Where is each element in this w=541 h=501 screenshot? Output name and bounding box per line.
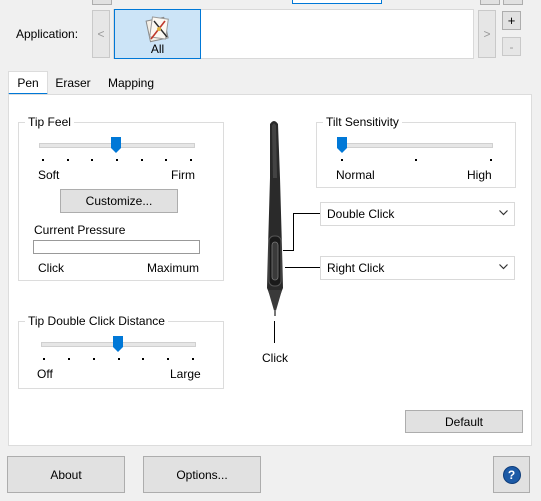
application-label: Application: [16,27,79,41]
customize-button-label: Customize... [85,194,153,208]
tick [167,358,169,360]
lower-button-dropdown[interactable]: Right Click [320,256,515,280]
tick [415,159,417,161]
remove-application-button[interactable]: - [502,37,521,56]
tab-pen-label: Pen [17,76,39,90]
customize-button[interactable]: Customize... [60,189,178,213]
tip-feel-title: Tip Feel [25,115,74,129]
about-button-label: About [50,467,82,482]
current-pressure-label: Current Pressure [34,223,126,237]
tilt-min-label: Normal [336,168,375,182]
tick [67,159,69,161]
default-button-label: Default [444,414,484,429]
tick [190,159,192,161]
pressure-min-label: Click [38,261,64,275]
tip-connector [274,321,275,343]
all-applications-icon [145,16,169,43]
tab-mapping[interactable]: Mapping [100,73,162,93]
plus-icon: + [507,13,516,28]
tilt-sensitivity-title: Tilt Sensitivity [323,115,402,129]
chevron-down-icon [499,208,508,219]
scroll-left-button[interactable]: < [92,10,110,58]
top-selection-strip [292,0,382,4]
scroll-left-icon: < [97,27,105,41]
tab-pen[interactable]: Pen [8,71,48,95]
tick [43,358,45,360]
tick [116,159,118,161]
app-tile-all[interactable]: All [114,9,201,59]
tab-mapping-label: Mapping [107,76,155,90]
top-right-strip-2 [503,0,523,5]
app-tile-label: All [150,42,165,56]
tick [141,159,143,161]
pen-illustration [267,121,283,316]
top-right-strip [480,0,500,5]
double-click-min-label: Off [37,367,53,381]
tip-double-click-title: Tip Double Click Distance [25,314,168,328]
tilt-slider-thumb[interactable] [337,137,347,153]
scroll-right-icon: > [483,27,491,41]
upper-button-connector-h [283,250,293,251]
tick [341,159,343,161]
tip-feel-slider-thumb[interactable] [111,137,121,153]
add-application-button[interactable]: + [502,11,521,30]
tick [165,159,167,161]
help-icon: ? [502,465,521,484]
pressure-max-label: Maximum [147,261,200,275]
minus-icon: - [509,39,514,54]
top-scroll-strip [92,0,112,5]
upper-button-connector-top [293,213,321,214]
tick [68,358,70,360]
double-click-max-label: Large [170,367,201,381]
tick [192,358,194,360]
tab-eraser-label: Eraser [55,76,91,90]
default-button[interactable]: Default [405,410,523,433]
upper-button-dropdown[interactable]: Double Click [320,202,515,226]
upper-button-connector-v [293,213,294,251]
tick [42,159,44,161]
lower-button-value: Right Click [327,261,385,275]
tick [490,159,492,161]
options-button-label: Options... [176,467,228,482]
tick [142,358,144,360]
scroll-right-button[interactable]: > [478,10,496,58]
help-button[interactable]: ? [493,456,530,493]
tick [118,358,120,360]
tip-feel-max-label: Firm [171,168,195,182]
pen-tip-label: Click [262,351,288,365]
tick [93,358,95,360]
current-pressure-bar [33,240,200,254]
upper-button-value: Double Click [327,207,395,221]
tick [91,159,93,161]
tip-feel-min-label: Soft [38,168,60,182]
tilt-slider-track [340,143,493,148]
tilt-max-label: High [467,168,492,182]
options-button[interactable]: Options... [143,456,261,493]
lower-button-connector [285,267,321,268]
tab-eraser[interactable]: Eraser [50,73,96,93]
chevron-down-icon [499,262,508,273]
about-button[interactable]: About [7,456,125,493]
double-click-slider-thumb[interactable] [113,336,123,352]
help-icon-glyph: ? [507,467,516,482]
